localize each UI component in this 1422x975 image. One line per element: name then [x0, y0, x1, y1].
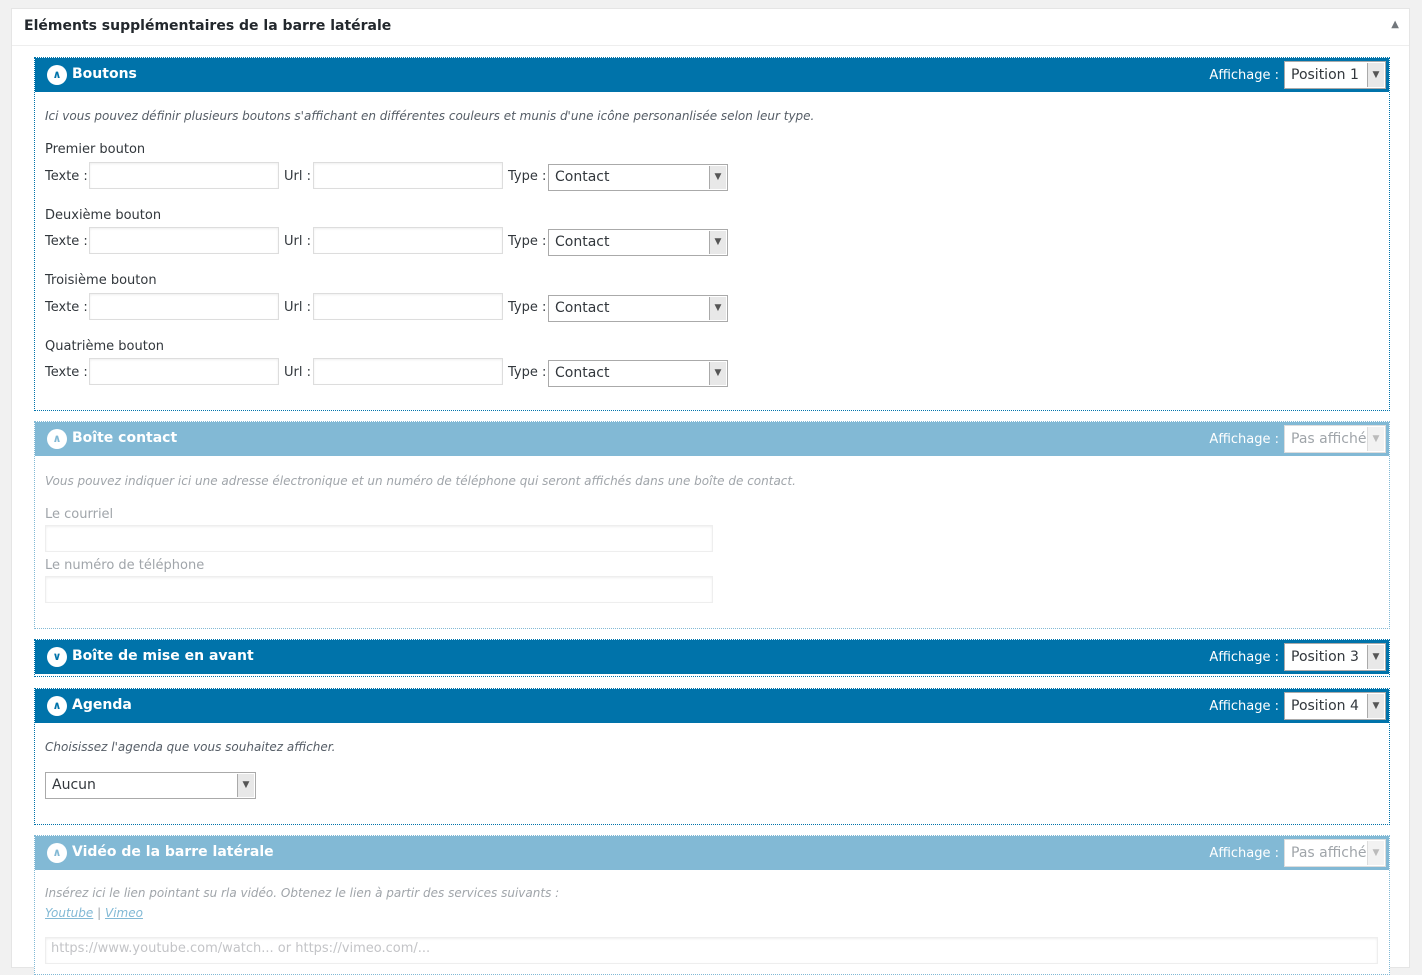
url-label: Url :: [284, 300, 311, 315]
affichage-select-contact[interactable]: Pas affiché ▼: [1284, 425, 1386, 453]
chevron-down-icon[interactable]: ∨: [47, 647, 67, 667]
url-label: Url :: [284, 365, 311, 380]
phone-label: Le numéro de téléphone: [45, 558, 205, 573]
section-description: Choisissez l'agenda que vous souhaitez a…: [45, 740, 336, 754]
chevron-up-icon[interactable]: ∧: [47, 696, 67, 716]
type-value: Contact: [555, 169, 610, 185]
button-1-label: Premier bouton: [45, 142, 146, 157]
affichage-value: Position 1: [1291, 67, 1359, 83]
phone-field[interactable]: [45, 576, 713, 603]
button-4-url-input[interactable]: [313, 358, 503, 385]
button-4-texte-input[interactable]: [89, 358, 279, 385]
section-description: Ici vous pouvez définir plusieurs bouton…: [45, 109, 815, 123]
type-value: Contact: [555, 234, 610, 250]
metabox-title: Eléments supplémentaires de la barre lat…: [24, 18, 392, 34]
section-contact: ∧ Boîte contact Affichage : Pas affiché …: [34, 421, 1390, 629]
section-title: Vidéo de la barre latérale: [72, 844, 274, 860]
affichage-label: Affichage :: [1209, 650, 1279, 665]
section-header-video[interactable]: ∧ Vidéo de la barre latérale Affichage :…: [35, 836, 1389, 870]
chevron-down-icon: ▼: [709, 362, 726, 385]
section-mise-en-avant: ∨ Boîte de mise en avant Affichage : Pos…: [34, 639, 1390, 677]
texte-label: Texte :: [45, 169, 88, 184]
section-title: Agenda: [72, 697, 132, 713]
section-header-mise-en-avant[interactable]: ∨ Boîte de mise en avant Affichage : Pos…: [35, 640, 1389, 674]
chevron-down-icon: ▼: [1367, 645, 1384, 669]
chevron-up-icon[interactable]: ∧: [47, 843, 67, 863]
button-4-label: Quatrième bouton: [45, 339, 165, 354]
video-service-links: Youtube | Vimeo: [45, 906, 143, 920]
affichage-select-agenda[interactable]: Position 4 ▼: [1284, 692, 1386, 720]
texte-label: Texte :: [45, 365, 88, 380]
affichage-value: Position 4: [1291, 698, 1359, 714]
type-value: Contact: [555, 365, 610, 381]
type-label: Type :: [508, 169, 547, 184]
vimeo-link[interactable]: Vimeo: [105, 906, 143, 920]
button-1-type-select[interactable]: Contact ▼: [548, 164, 728, 191]
email-field[interactable]: [45, 525, 713, 552]
section-title: Boîte contact: [72, 430, 178, 446]
sidebar-extras-metabox: Eléments supplémentaires de la barre lat…: [11, 8, 1410, 975]
section-header-contact[interactable]: ∧ Boîte contact Affichage : Pas affiché …: [35, 422, 1389, 456]
section-title: Boutons: [72, 66, 137, 82]
triangle-up-icon[interactable]: ▲: [1391, 19, 1399, 30]
affichage-label: Affichage :: [1209, 699, 1279, 714]
affichage-label: Affichage :: [1209, 846, 1279, 861]
button-2-texte-input[interactable]: [89, 227, 279, 254]
button-1-url-input[interactable]: [313, 162, 503, 189]
chevron-down-icon: ▼: [1367, 427, 1384, 451]
link-separator: |: [97, 906, 102, 920]
affichage-select-boutons[interactable]: Position 1 ▼: [1284, 61, 1386, 89]
button-4-type-select[interactable]: Contact ▼: [548, 360, 728, 387]
type-label: Type :: [508, 365, 547, 380]
url-label: Url :: [284, 234, 311, 249]
section-video: ∧ Vidéo de la barre latérale Affichage :…: [34, 835, 1390, 975]
type-value: Contact: [555, 300, 610, 316]
affichage-value: Pas affiché: [1291, 845, 1367, 861]
chevron-down-icon: ▼: [709, 297, 726, 320]
button-3-texte-input[interactable]: [89, 293, 279, 320]
section-header-boutons[interactable]: ∧ Boutons Affichage : Position 1 ▼: [35, 58, 1389, 92]
affichage-select-video[interactable]: Pas affiché ▼: [1284, 839, 1386, 867]
affichage-value: Pas affiché: [1291, 431, 1367, 447]
texte-label: Texte :: [45, 300, 88, 315]
affichage-label: Affichage :: [1209, 68, 1279, 83]
section-title: Boîte de mise en avant: [72, 648, 254, 664]
button-2-url-input[interactable]: [313, 227, 503, 254]
chevron-down-icon: ▼: [709, 231, 726, 254]
type-label: Type :: [508, 234, 547, 249]
section-boutons: ∧ Boutons Affichage : Position 1 ▼ Ici v…: [34, 57, 1390, 411]
button-1-texte-input[interactable]: [89, 162, 279, 189]
url-label: Url :: [284, 169, 311, 184]
chevron-up-icon[interactable]: ∧: [47, 429, 67, 449]
chevron-down-icon: ▼: [709, 166, 726, 189]
chevron-down-icon: ▼: [1367, 63, 1384, 87]
button-2-type-select[interactable]: Contact ▼: [548, 229, 728, 256]
type-label: Type :: [508, 300, 547, 315]
section-description: Vous pouvez indiquer ici une adresse éle…: [45, 474, 796, 488]
button-2-label: Deuxième bouton: [45, 208, 162, 223]
affichage-select-mise-en-avant[interactable]: Position 3 ▼: [1284, 643, 1386, 671]
affichage-value: Position 3: [1291, 649, 1359, 665]
agenda-value: Aucun: [52, 777, 96, 793]
chevron-down-icon: ▼: [1367, 694, 1384, 718]
youtube-link[interactable]: Youtube: [45, 906, 93, 920]
section-agenda: ∧ Agenda Affichage : Position 4 ▼ Choisi…: [34, 688, 1390, 825]
metabox-header[interactable]: Eléments supplémentaires de la barre lat…: [12, 9, 1409, 46]
chevron-down-icon: ▼: [1367, 841, 1384, 865]
chevron-up-icon[interactable]: ∧: [47, 65, 67, 85]
chevron-down-icon: ▼: [237, 774, 254, 797]
affichage-label: Affichage :: [1209, 432, 1279, 447]
button-3-url-input[interactable]: [313, 293, 503, 320]
button-3-label: Troisième bouton: [45, 273, 157, 288]
video-url-input[interactable]: https://www.youtube.com/watch... or http…: [45, 937, 1378, 964]
button-3-type-select[interactable]: Contact ▼: [548, 295, 728, 322]
section-description: Insérez ici le lien pointant su rla vidé…: [45, 886, 560, 900]
section-header-agenda[interactable]: ∧ Agenda Affichage : Position 4 ▼: [35, 689, 1389, 723]
agenda-select[interactable]: Aucun ▼: [45, 772, 256, 799]
email-label: Le courriel: [45, 507, 114, 522]
texte-label: Texte :: [45, 234, 88, 249]
